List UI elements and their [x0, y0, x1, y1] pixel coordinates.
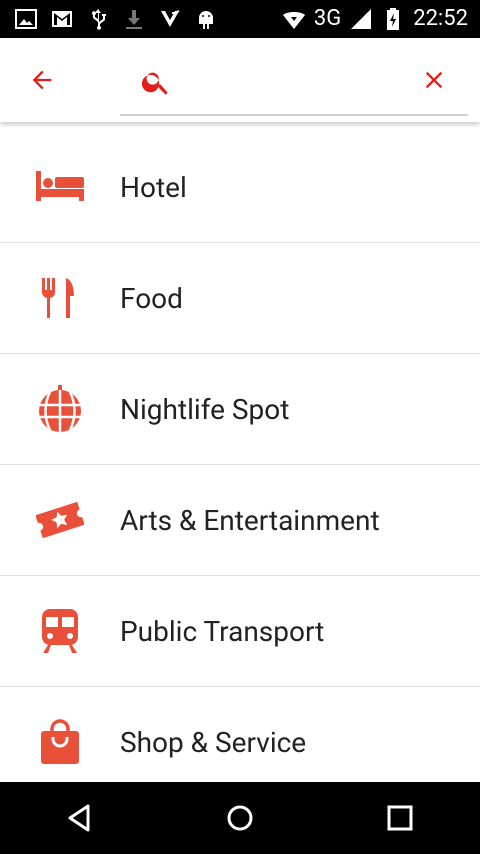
nav-recents-icon — [387, 805, 413, 831]
status-bar: 3G 22:52 — [0, 0, 480, 38]
nav-back-button[interactable] — [50, 788, 110, 848]
usb-icon — [92, 9, 106, 30]
fork-knife-icon — [42, 278, 74, 318]
back-button[interactable] — [26, 64, 58, 96]
signal-icon — [351, 9, 372, 29]
wifi-icon — [282, 12, 305, 29]
category-item-arts[interactable]: Arts & Entertainment — [0, 465, 480, 576]
category-label: Food — [120, 281, 183, 315]
navigation-bar — [0, 782, 480, 854]
train-icon — [42, 609, 78, 653]
category-item-food[interactable]: Food — [0, 243, 480, 354]
category-list: Hotel Food Nightlife Spot Arts & Enterta… — [0, 132, 480, 798]
nav-home-icon — [227, 805, 253, 831]
android-icon — [199, 11, 213, 29]
download-icon — [126, 10, 142, 29]
category-item-nightlife[interactable]: Nightlife Spot — [0, 354, 480, 465]
bed-icon — [36, 171, 84, 201]
disco-ball-icon — [39, 385, 81, 432]
close-icon — [425, 71, 443, 89]
search-input[interactable] — [190, 62, 414, 104]
category-item-transport[interactable]: Public Transport — [0, 576, 480, 687]
category-label: Hotel — [120, 170, 187, 204]
image-icon — [15, 9, 37, 29]
battery-charging-icon — [387, 8, 400, 30]
search-icon — [141, 72, 168, 95]
gmail-icon — [52, 11, 72, 27]
category-label: Shop & Service — [120, 725, 307, 759]
notification-icons — [14, 7, 218, 31]
category-label: Nightlife Spot — [120, 392, 290, 426]
nav-back-icon — [68, 804, 90, 832]
clock: 22:52 — [413, 6, 468, 31]
task-icon — [161, 10, 180, 27]
arrow-back-icon — [32, 70, 52, 90]
search-toolbar — [0, 38, 480, 122]
category-label: Public Transport — [120, 614, 325, 648]
clear-search-button[interactable] — [418, 64, 450, 96]
search-box — [120, 52, 468, 116]
category-label: Arts & Entertainment — [120, 503, 380, 537]
category-item-hotel[interactable]: Hotel — [0, 132, 480, 243]
shopping-bag-icon — [41, 719, 79, 764]
system-status: 3G 22:52 — [282, 4, 468, 34]
nav-home-button[interactable] — [210, 788, 270, 848]
network-type: 3G — [313, 6, 342, 31]
nav-recents-button[interactable] — [370, 788, 430, 848]
ticket-icon — [36, 501, 84, 539]
